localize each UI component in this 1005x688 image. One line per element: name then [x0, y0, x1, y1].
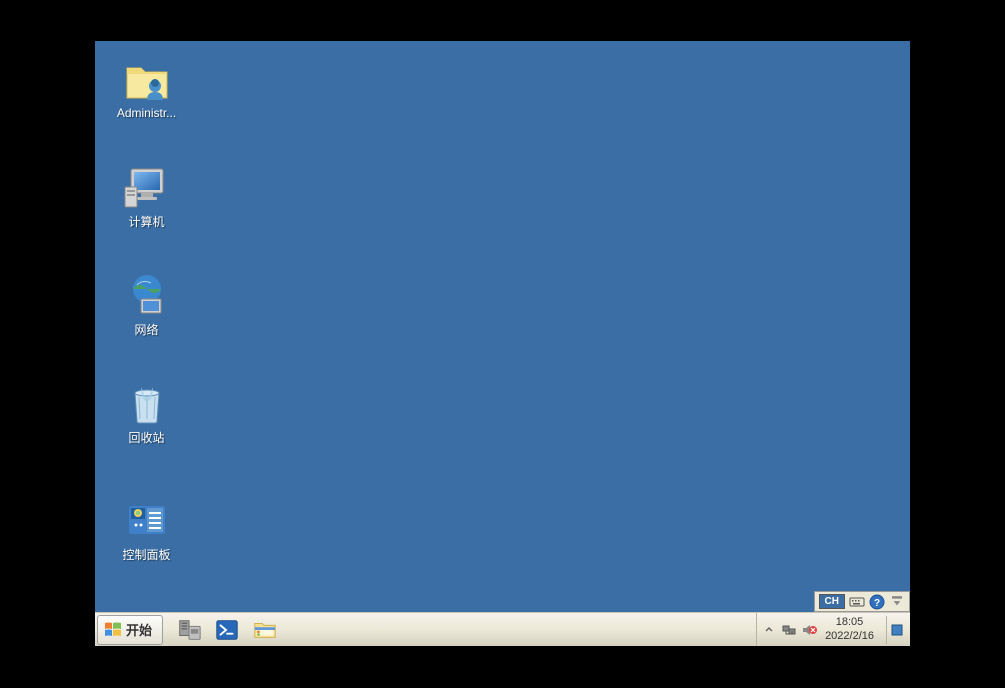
icon-label: Administr...	[117, 106, 176, 120]
icon-label: 回收站	[128, 429, 164, 446]
quick-launch	[173, 616, 281, 644]
network-icon	[123, 271, 171, 319]
taskbar: 开始	[95, 612, 910, 646]
start-label: 开始	[126, 620, 152, 639]
language-indicator[interactable]: CH	[819, 594, 845, 609]
desktop-icon-network[interactable]: 网络	[109, 271, 184, 338]
network-tray-icon[interactable]	[781, 622, 797, 638]
show-desktop-button[interactable]	[886, 616, 906, 644]
system-tray: 18:05 2022/2/16	[756, 613, 910, 646]
help-icon[interactable]: ?	[869, 595, 885, 609]
explorer-icon[interactable]	[249, 616, 281, 644]
start-button[interactable]: 开始	[97, 615, 163, 645]
recycle-bin-icon	[123, 379, 171, 427]
date-text: 2022/2/16	[825, 630, 874, 643]
tray-expand-icon[interactable]	[761, 622, 777, 638]
powershell-icon[interactable]	[211, 616, 243, 644]
folder-user-icon	[123, 56, 171, 104]
svg-text:?: ?	[874, 598, 880, 609]
desktop-icon-controlpanel[interactable]: 控制面板	[109, 496, 184, 563]
clock[interactable]: 18:05 2022/2/16	[825, 616, 874, 642]
desktop[interactable]: Administr...	[95, 41, 910, 601]
server-manager-icon[interactable]	[173, 616, 205, 644]
icon-label: 网络	[134, 321, 158, 338]
desktop-icon-computer[interactable]: 计算机	[109, 163, 184, 230]
time-text: 18:05	[836, 616, 864, 629]
icon-label: 控制面板	[122, 546, 170, 563]
icon-label: 计算机	[128, 213, 164, 230]
computer-icon	[123, 163, 171, 211]
windows-logo-icon	[104, 621, 122, 639]
desktop-icon-administrator[interactable]: Administr...	[109, 56, 184, 120]
screen: Administr...	[95, 41, 910, 646]
desktop-icon-recyclebin[interactable]: 回收站	[109, 379, 184, 446]
volume-tray-icon[interactable]	[801, 622, 817, 638]
keyboard-icon[interactable]	[849, 595, 865, 609]
control-panel-icon	[123, 496, 171, 544]
language-bar[interactable]: CH ?	[814, 591, 910, 612]
options-icon[interactable]	[889, 595, 905, 609]
